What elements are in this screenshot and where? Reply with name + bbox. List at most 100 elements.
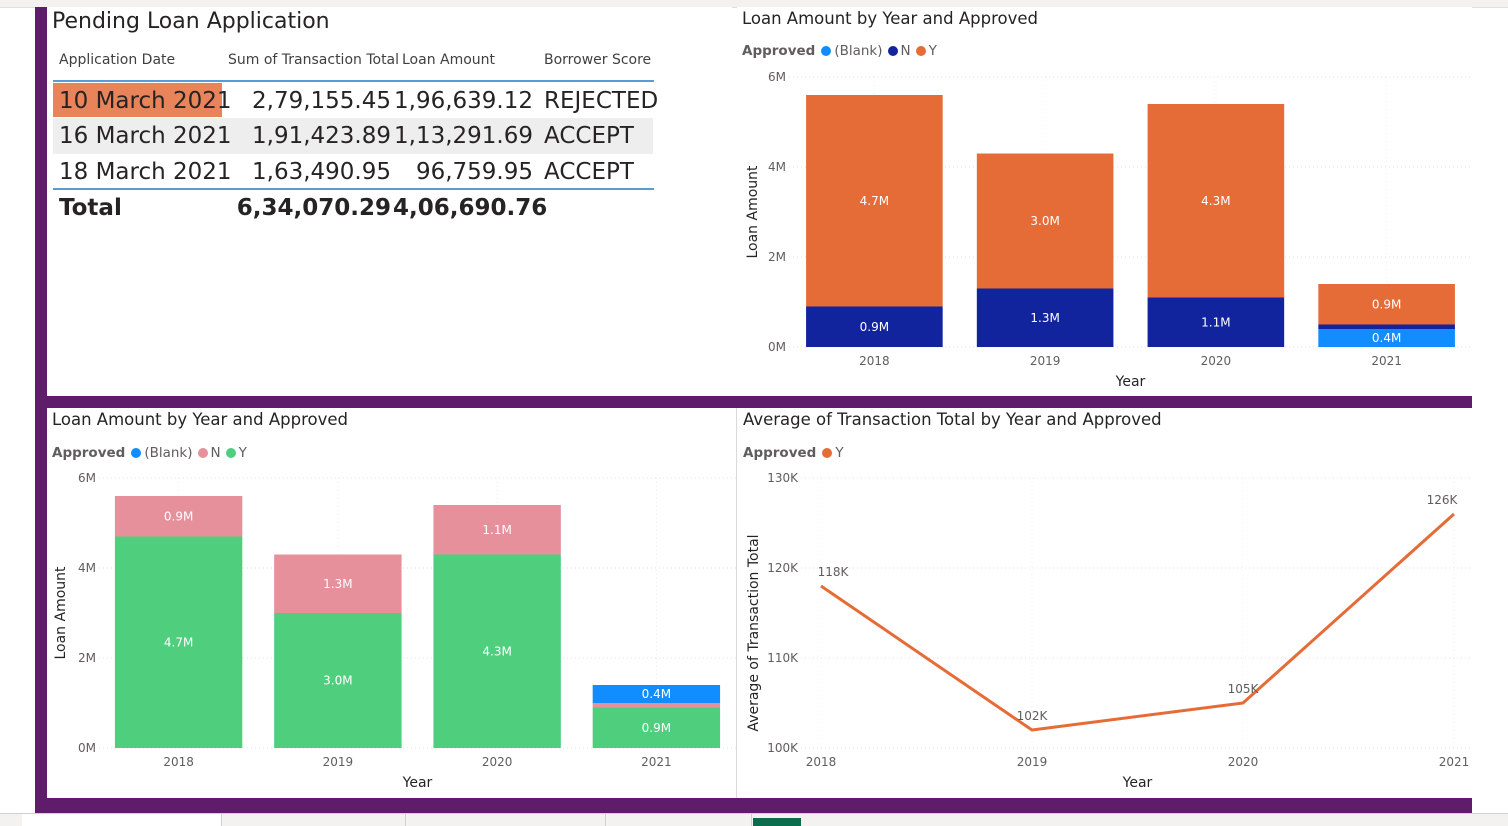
total-transaction: 6,34,070.29 bbox=[236, 195, 391, 221]
legend-item-y[interactable]: Y bbox=[225, 445, 247, 461]
x-axis-title: Year bbox=[1115, 374, 1146, 390]
y-tick-label: 0M bbox=[768, 340, 786, 354]
page-tab[interactable] bbox=[22, 814, 222, 826]
cell-transaction: 1,91,423.89 bbox=[252, 123, 391, 149]
data-label: 105K bbox=[1228, 682, 1260, 696]
chart-title: Loan Amount by Year and Approved bbox=[742, 9, 1038, 28]
cell-date: 18 March 2021 bbox=[59, 159, 232, 185]
chart-panel-loan-bottom: Loan Amount by Year and Approved Approve… bbox=[47, 408, 736, 798]
bar-segment bbox=[274, 613, 402, 748]
bar-segment bbox=[433, 505, 561, 555]
table-row[interactable]: 18 March 2021 1,63,490.95 96,759.95 ACCE… bbox=[53, 154, 653, 190]
legend-title: Approved bbox=[743, 445, 817, 461]
bar-segment bbox=[1147, 297, 1285, 347]
x-tick-label: 2021 bbox=[1439, 755, 1470, 769]
data-label: 1.3M bbox=[1030, 311, 1059, 325]
column-header-score[interactable]: Borrower Score bbox=[544, 52, 651, 68]
cell-loan: 96,759.95 bbox=[415, 159, 533, 185]
table-panel: Pending Loan Application Application Dat… bbox=[47, 7, 732, 396]
y-axis-title: Loan Amount bbox=[53, 566, 69, 660]
data-label: 0.9M bbox=[1372, 297, 1401, 311]
legend-item-y[interactable]: Y bbox=[915, 43, 937, 59]
data-label: 0.9M bbox=[164, 509, 193, 523]
y-axis-title: Loan Amount bbox=[745, 165, 761, 259]
table-title: Pending Loan Application bbox=[52, 9, 330, 34]
legend-item-n[interactable]: N bbox=[197, 445, 221, 461]
frame-middle bbox=[35, 396, 1472, 408]
data-label: 0.4M bbox=[642, 687, 671, 701]
cell-date: 10 March 2021 bbox=[59, 88, 232, 114]
table-row[interactable]: 10 March 2021 2,79,155.45 1,96,639.12 RE… bbox=[53, 83, 658, 119]
page-tab[interactable] bbox=[606, 814, 752, 826]
y-tick-label: 110K bbox=[767, 651, 799, 665]
x-tick-label: 2020 bbox=[1201, 354, 1232, 368]
x-tick-label: 2020 bbox=[1228, 755, 1259, 769]
data-label: 1.3M bbox=[323, 577, 352, 591]
data-label: 1.1M bbox=[1201, 315, 1230, 329]
x-tick-label: 2019 bbox=[1017, 755, 1048, 769]
cell-score: ACCEPT bbox=[544, 123, 634, 149]
bar-segment bbox=[1318, 329, 1455, 347]
cell-date: 16 March 2021 bbox=[59, 123, 232, 149]
column-header-loan[interactable]: Loan Amount bbox=[402, 52, 495, 68]
bar-segment bbox=[592, 707, 721, 748]
y-tick-label: 100K bbox=[767, 741, 799, 755]
data-label: 3.0M bbox=[1030, 214, 1059, 228]
data-label: 102K bbox=[1017, 709, 1049, 723]
bar-segment bbox=[592, 685, 721, 703]
cell-loan: 1,96,639.12 bbox=[394, 88, 533, 114]
x-tick-label: 2018 bbox=[806, 755, 837, 769]
frame-left-top bbox=[35, 7, 47, 402]
bar-segment bbox=[114, 496, 243, 537]
cell-transaction: 2,79,155.45 bbox=[252, 88, 391, 114]
frame-left-bottom bbox=[35, 395, 47, 815]
x-axis-title: Year bbox=[402, 775, 433, 791]
table-row[interactable]: 16 March 2021 1,91,423.89 1,13,291.69 AC… bbox=[53, 118, 653, 154]
y-axis-title: Average of Transaction Total bbox=[746, 534, 762, 731]
data-label: 0.9M bbox=[642, 721, 671, 735]
data-label: 0.4M bbox=[1372, 331, 1401, 345]
data-label: 4.7M bbox=[164, 635, 193, 649]
chart-title: Average of Transaction Total by Year and… bbox=[743, 410, 1162, 429]
bar-segment bbox=[274, 554, 402, 613]
total-label: Total bbox=[59, 195, 122, 221]
page-tab[interactable] bbox=[406, 814, 606, 826]
series-line bbox=[820, 512, 1456, 732]
bar-segment bbox=[592, 703, 721, 708]
bar-segment bbox=[433, 554, 561, 748]
legend-title: Approved bbox=[52, 445, 126, 461]
data-label: 4.3M bbox=[482, 644, 511, 658]
x-tick-label: 2018 bbox=[163, 755, 194, 769]
chart-legend: Approved Y bbox=[743, 445, 849, 461]
total-row: Total 6,34,070.29 4,06,690.76 bbox=[53, 190, 653, 226]
bar-segment bbox=[806, 306, 943, 347]
legend-item-y[interactable]: Y bbox=[822, 445, 844, 461]
y-tick-label: 4M bbox=[768, 160, 786, 174]
bar-segment bbox=[806, 95, 943, 307]
chart-plot: 0M 2M 4M 6M 0.9M 4.7M 2018 1.3M 3.0M 2019 1.1M 4.3M… bbox=[745, 70, 1472, 390]
legend-item-blank[interactable]: (Blank) bbox=[131, 445, 193, 461]
x-tick-label: 2020 bbox=[482, 755, 513, 769]
chart-title: Loan Amount by Year and Approved bbox=[52, 410, 348, 429]
chart-plot: 0M 2M 4M 6M 4.7M 0.9M 2018 3.0M 1.3M 2019 4.3M 1.1M… bbox=[53, 471, 736, 791]
y-tick-label: 130K bbox=[767, 471, 799, 485]
legend-item-blank[interactable]: (Blank) bbox=[821, 43, 883, 59]
cell-transaction: 1,63,490.95 bbox=[252, 159, 391, 185]
legend-item-n[interactable]: N bbox=[887, 43, 911, 59]
column-header-date[interactable]: Application Date bbox=[59, 52, 175, 68]
page-tab[interactable] bbox=[222, 814, 406, 826]
legend-title: Approved bbox=[742, 43, 816, 59]
bar-segment bbox=[1147, 104, 1285, 298]
chart-panel-loan-top: Loan Amount by Year and Approved Approve… bbox=[737, 7, 1472, 396]
data-label: 4.7M bbox=[860, 194, 889, 208]
y-tick-label: 4M bbox=[78, 561, 96, 575]
header-divider bbox=[53, 80, 654, 82]
column-header-transaction[interactable]: Sum of Transaction Total bbox=[228, 52, 399, 68]
y-tick-label: 6M bbox=[768, 70, 786, 84]
x-tick-label: 2018 bbox=[859, 354, 890, 368]
bar-segment bbox=[1318, 284, 1455, 325]
y-tick-label: 2M bbox=[768, 250, 786, 264]
bar-segment bbox=[976, 153, 1114, 289]
y-tick-label: 6M bbox=[78, 471, 96, 485]
chart-plot: 100K 110K 120K 130K 118K 102K 105K 126K 2018 2019… bbox=[746, 471, 1472, 791]
